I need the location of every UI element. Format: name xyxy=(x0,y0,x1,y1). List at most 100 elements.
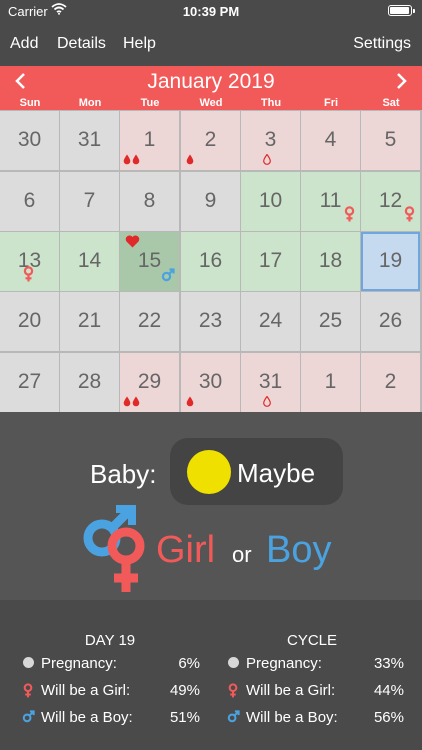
calendar-day-cell[interactable]: 24 xyxy=(241,292,300,351)
day-number: 30 xyxy=(17,128,42,151)
weekday-label: Mon xyxy=(78,97,102,109)
day-number: 24 xyxy=(258,309,283,332)
calendar-day-cell[interactable]: 27 xyxy=(0,353,59,412)
calendar-day-cell[interactable]: 2 xyxy=(361,353,420,412)
calendar-day-cell[interactable]: 17 xyxy=(241,232,300,291)
period-flow-icon xyxy=(123,396,140,407)
calendar-day-cell[interactable]: 20 xyxy=(0,292,59,351)
calendar-day-cell[interactable]: 13 xyxy=(0,232,59,291)
calendar-day-cell[interactable]: 7 xyxy=(60,172,119,231)
stats-panel: DAY 19 CYCLE Pregnancy: 6% Will be a Girl:… xyxy=(0,600,422,750)
baby-status-button[interactable]: Maybe xyxy=(170,438,343,505)
female-icon xyxy=(22,683,34,702)
calendar-day-cell[interactable]: 19 xyxy=(361,232,420,291)
add-button[interactable]: Add xyxy=(10,35,38,53)
calendar-day-cell[interactable]: 9 xyxy=(181,172,240,231)
calendar-day-cell[interactable]: 10 xyxy=(241,172,300,231)
day-number: 17 xyxy=(258,249,283,272)
calendar-day-cell[interactable]: 5 xyxy=(361,111,420,170)
boy-label: Boy xyxy=(266,529,332,571)
weekday-label: Fri xyxy=(323,97,339,109)
calendar-day-cell[interactable]: 25 xyxy=(301,292,360,351)
calendar-day-cell[interactable]: 6 xyxy=(0,172,59,231)
weekday-label: Tue xyxy=(140,97,160,109)
calendar-day-cell[interactable]: 28 xyxy=(60,353,119,412)
day-number: 2 xyxy=(204,128,217,151)
or-label: or xyxy=(232,542,252,567)
stat-value: 44% xyxy=(373,682,404,699)
nav-bar: Add Details Help Settings xyxy=(0,22,422,66)
day-number: 6 xyxy=(23,189,36,212)
day-number: 23 xyxy=(198,309,223,332)
day-number: 3 xyxy=(264,128,277,151)
help-button[interactable]: Help xyxy=(123,35,156,53)
calendar-day-cell[interactable]: 14 xyxy=(60,232,119,291)
day-number: 31 xyxy=(77,128,102,151)
stat-label: Will be a Boy: xyxy=(41,709,133,726)
period-flow-icon xyxy=(186,396,194,407)
weekday-label: Wed xyxy=(199,97,223,109)
stat-value: 56% xyxy=(373,709,404,726)
calendar-day-cell[interactable]: 23 xyxy=(181,292,240,351)
stat-value: 51% xyxy=(169,709,200,726)
baby-label: Baby: xyxy=(90,459,157,489)
calendar-day-cell[interactable]: 16 xyxy=(181,232,240,291)
calendar-day-cell[interactable]: 1 xyxy=(120,111,179,170)
day-number: 22 xyxy=(137,309,162,332)
status-bar: Carrier 10:39 PM xyxy=(0,0,422,22)
weekday-label: Sat xyxy=(382,97,400,109)
calendar-day-cell[interactable]: 31 xyxy=(241,353,300,412)
day-number: 21 xyxy=(77,309,102,332)
baby-status-value: Maybe xyxy=(237,458,316,488)
period-flow-icon xyxy=(186,154,194,165)
gender-symbols-logo-icon xyxy=(76,504,160,601)
male-icon xyxy=(227,710,240,727)
day-number: 2 xyxy=(384,370,397,393)
day-number: 25 xyxy=(318,309,343,332)
calendar-day-cell[interactable]: 18 xyxy=(301,232,360,291)
day-number: 28 xyxy=(77,370,102,393)
female-icon xyxy=(227,683,239,702)
calendar-day-cell[interactable]: 31 xyxy=(60,111,119,170)
day-number: 26 xyxy=(378,309,403,332)
calendar-day-cell[interactable]: 8 xyxy=(120,172,179,231)
details-button[interactable]: Details xyxy=(57,35,106,53)
heart-icon xyxy=(125,235,140,253)
day-number: 10 xyxy=(258,189,283,212)
day-number: 27 xyxy=(17,370,42,393)
next-month-button[interactable] xyxy=(396,72,408,95)
dot-icon xyxy=(227,656,240,673)
calendar-day-cell[interactable]: 29 xyxy=(120,353,179,412)
calendar-day-cell[interactable]: 2 xyxy=(181,111,240,170)
day-number: 4 xyxy=(324,128,337,151)
calendar-day-cell[interactable]: 30 xyxy=(0,111,59,170)
calendar-day-cell[interactable]: 12 xyxy=(361,172,420,231)
dot-icon xyxy=(22,656,35,673)
day-number: 1 xyxy=(324,370,337,393)
male-icon xyxy=(161,268,175,287)
clock: 10:39 PM xyxy=(182,4,240,19)
weekday-label: Sun xyxy=(19,97,41,109)
calendar-day-cell[interactable]: 26 xyxy=(361,292,420,351)
battery-icon xyxy=(388,5,415,16)
calendar-day-cell[interactable]: 22 xyxy=(120,292,179,351)
female-icon xyxy=(343,206,356,227)
day-number: 29 xyxy=(137,370,162,393)
calendar-day-cell[interactable]: 3 xyxy=(241,111,300,170)
calendar-day-cell[interactable]: 1 xyxy=(301,353,360,412)
girl-label: Girl xyxy=(156,529,216,571)
male-icon xyxy=(22,710,35,727)
calendar-day-cell[interactable]: 4 xyxy=(301,111,360,170)
settings-button[interactable]: Settings xyxy=(353,35,411,53)
calendar-header: January 2019 Sun Mon Tue Wed Thu Fri Sat xyxy=(0,66,422,110)
calendar-day-cell[interactable]: 15 xyxy=(120,232,179,291)
period-flow-icon xyxy=(123,154,140,165)
day-number: 5 xyxy=(384,128,397,151)
stat-value: 49% xyxy=(169,682,200,699)
day-number: 20 xyxy=(17,309,42,332)
day-number: 7 xyxy=(83,189,96,212)
day-number: 31 xyxy=(258,370,283,393)
calendar-day-cell[interactable]: 11 xyxy=(301,172,360,231)
calendar-day-cell[interactable]: 30 xyxy=(181,353,240,412)
calendar-day-cell[interactable]: 21 xyxy=(60,292,119,351)
